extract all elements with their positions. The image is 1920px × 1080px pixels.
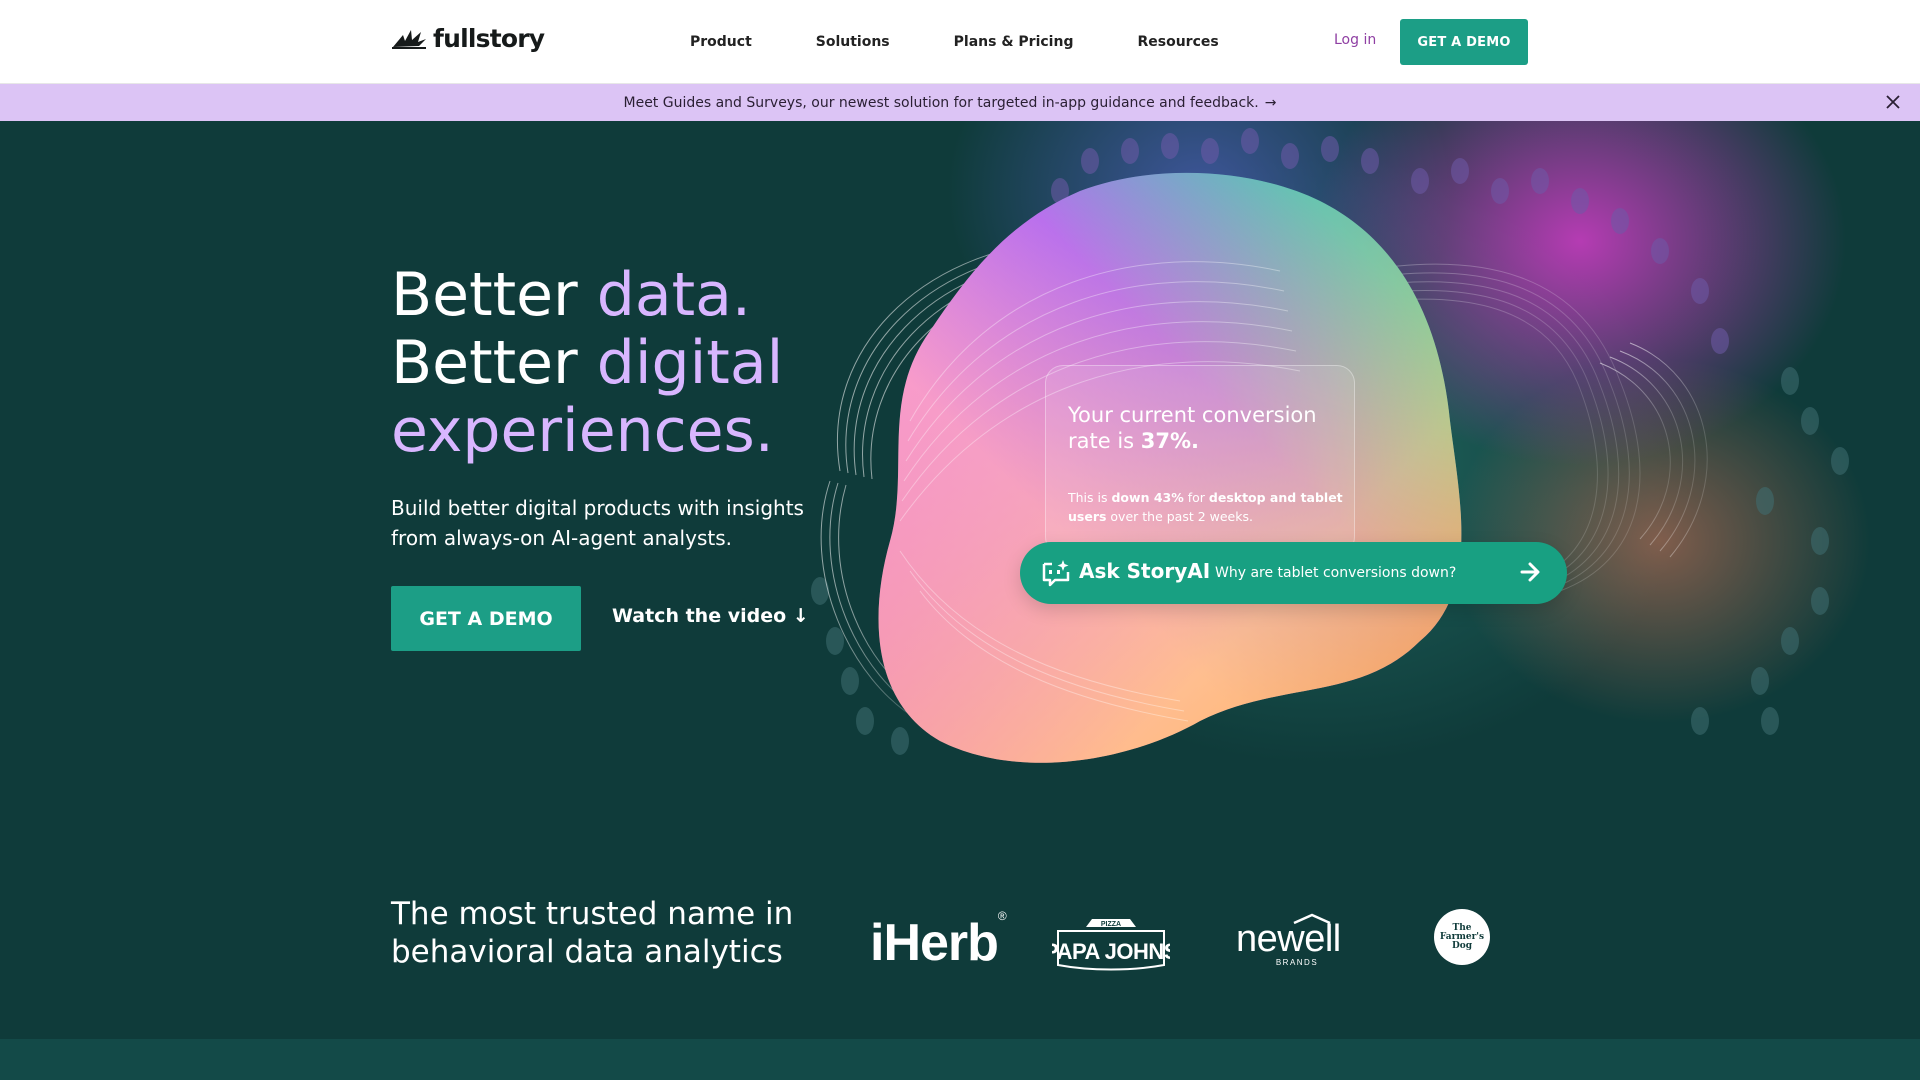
ask-question-text[interactable]: Why are tablet conversions down? bbox=[1215, 565, 1456, 581]
svg-text:newell: newell bbox=[1236, 918, 1341, 960]
announcement-text[interactable]: Meet Guides and Surveys, our newest solu… bbox=[624, 95, 1259, 111]
hero-get-demo-button[interactable]: GET A DEMO bbox=[391, 586, 581, 651]
top-nav: fullstory Product Solutions Plans & Pric… bbox=[0, 0, 1920, 84]
arrow-right-icon[interactable] bbox=[1519, 560, 1541, 584]
insight-card: Your current conversion rate is 37%. Thi… bbox=[1045, 365, 1355, 555]
login-link[interactable]: Log in bbox=[1334, 32, 1376, 48]
ask-storyai-bar[interactable]: Ask StoryAI Why are tablet conversions d… bbox=[1020, 542, 1567, 604]
trusted-line-2: behavioral data analytics bbox=[391, 934, 783, 970]
menu-item-product[interactable]: Product bbox=[690, 34, 752, 50]
main-menu: Product Solutions Plans & Pricing Resour… bbox=[690, 0, 1283, 84]
logo-text: fullstory bbox=[433, 24, 545, 53]
newell-brands-logo: newell BRANDS bbox=[1236, 913, 1341, 967]
svg-text:PIZZA: PIZZA bbox=[1101, 921, 1121, 928]
trusted-heading: The most trusted name in behavioral data… bbox=[391, 895, 793, 971]
storyai-chat-icon bbox=[1042, 560, 1070, 587]
fullstory-logo[interactable]: fullstory bbox=[391, 24, 545, 53]
menu-item-resources[interactable]: Resources bbox=[1137, 34, 1218, 50]
svg-text:PAPA JOHNS: PAPA JOHNS bbox=[1052, 939, 1170, 964]
fullstory-logo-icon bbox=[392, 29, 426, 49]
farmers-dog-logo: The Farmer's Dog bbox=[1434, 909, 1490, 965]
headline-line-1: Better data. bbox=[391, 260, 751, 330]
card-title: Your current conversion rate is 37%. bbox=[1068, 403, 1317, 453]
trusted-line-1: The most trusted name in bbox=[391, 896, 794, 932]
headline-line-3: experiences. bbox=[391, 396, 774, 466]
papa-johns-logo: PIZZA PAPA JOHNS bbox=[1052, 919, 1170, 971]
headline-line-2: Better digital bbox=[391, 328, 784, 398]
next-section-band bbox=[0, 1039, 1920, 1080]
card-note: This is down 43% for desktop and tablet … bbox=[1068, 490, 1343, 524]
hero-section: Better data. Better digital experiences.… bbox=[0, 121, 1920, 1039]
iherb-logo: iHerb® bbox=[870, 908, 1007, 972]
menu-item-plans-pricing[interactable]: Plans & Pricing bbox=[954, 34, 1074, 50]
nav-get-demo-button[interactable]: GET A DEMO bbox=[1400, 19, 1528, 65]
menu-item-solutions[interactable]: Solutions bbox=[816, 34, 890, 50]
hero-subtitle: Build better digital products with insig… bbox=[391, 496, 804, 550]
ask-storyai-label: Ask StoryAI bbox=[1079, 559, 1211, 583]
watch-video-link[interactable]: Watch the video ↓ bbox=[612, 605, 809, 627]
arrow-right-icon: → bbox=[1264, 94, 1277, 111]
svg-text:BRANDS: BRANDS bbox=[1276, 958, 1318, 967]
announcement-banner[interactable]: Meet Guides and Surveys, our newest solu… bbox=[0, 84, 1920, 121]
close-icon[interactable] bbox=[1882, 91, 1904, 113]
hero-headline: Better data. Better digital experiences. bbox=[391, 261, 783, 465]
